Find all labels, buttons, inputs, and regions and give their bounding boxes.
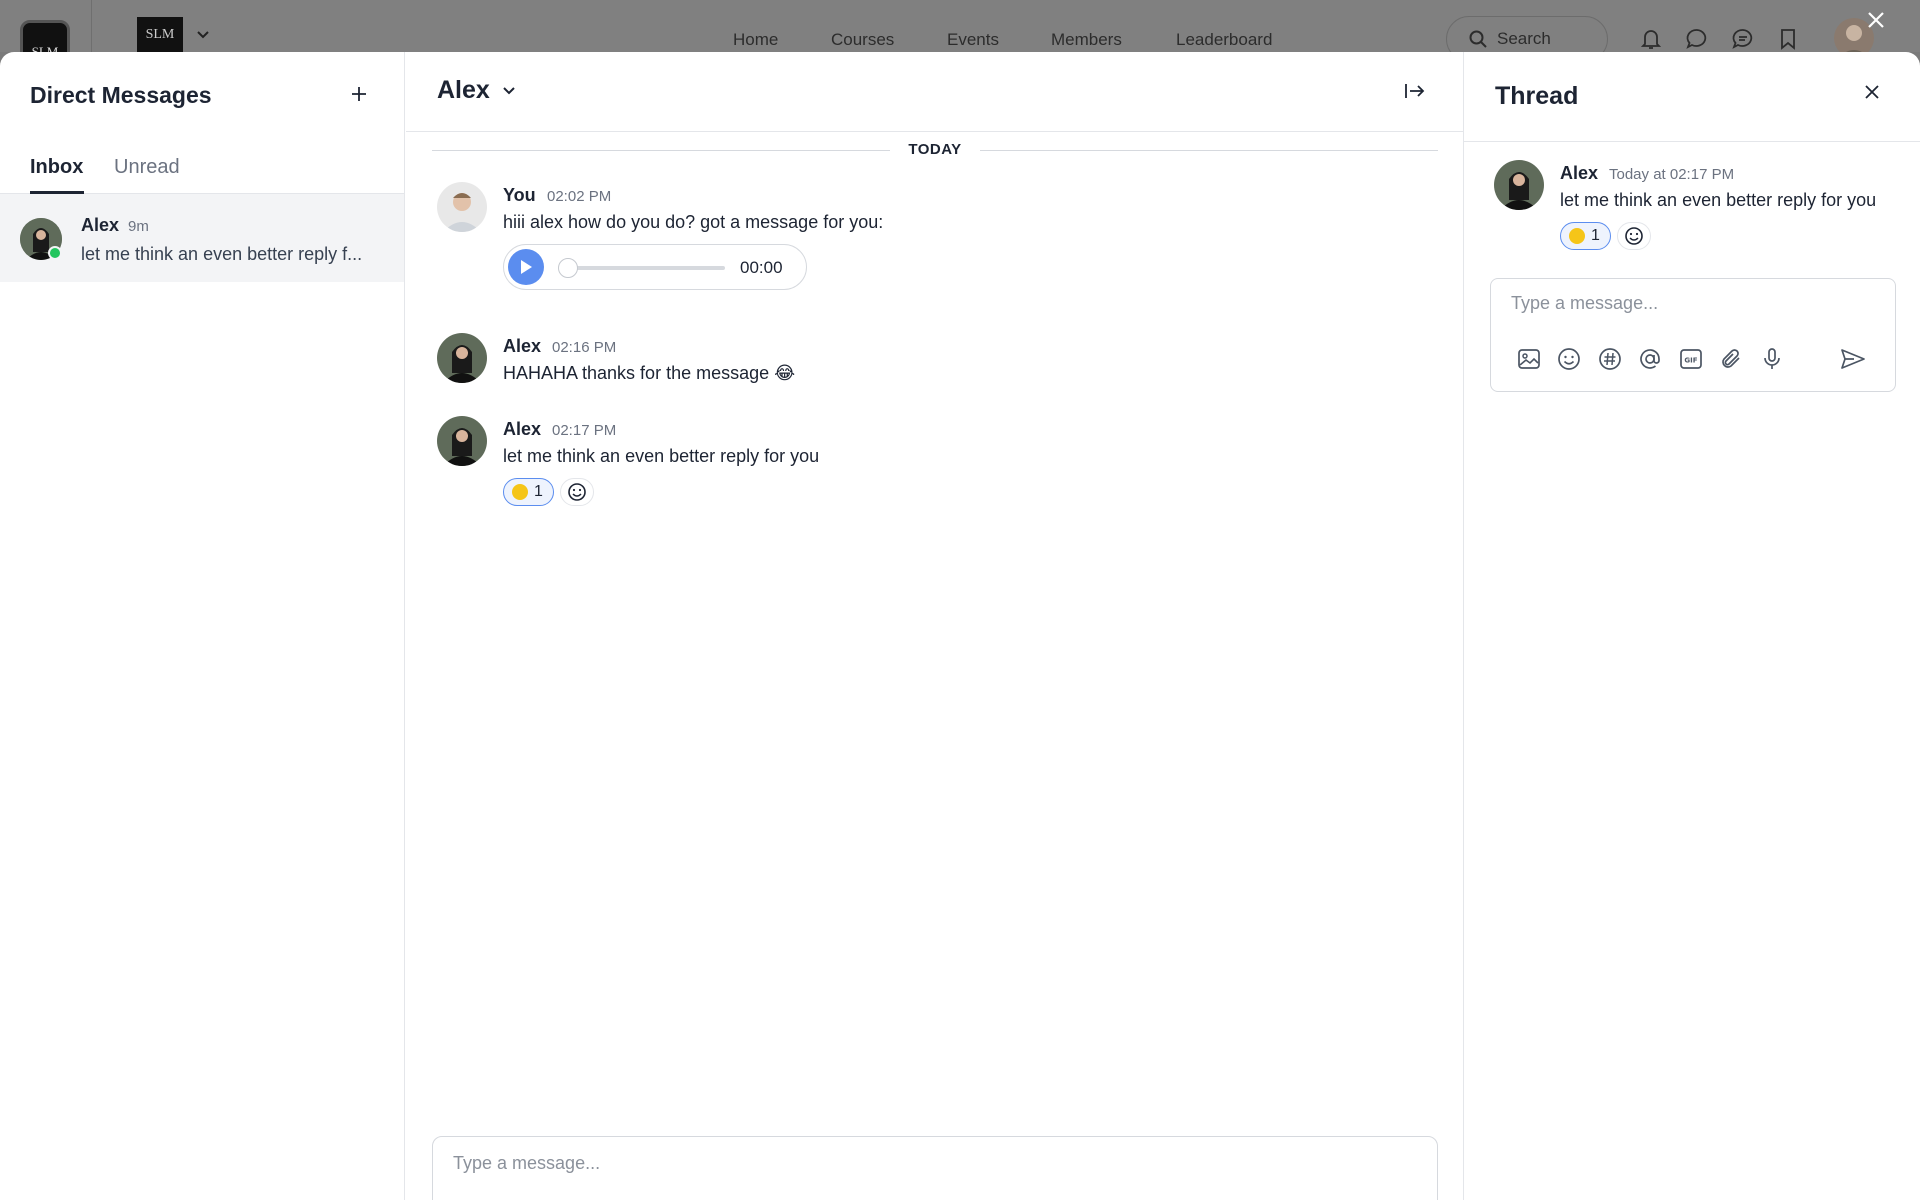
tab-unread[interactable]: Unread (114, 156, 180, 179)
play-icon (521, 260, 532, 274)
bookmark-icon[interactable] (1779, 28, 1797, 50)
reaction-count: 1 (534, 483, 543, 500)
message-time: 02:16 PM (552, 339, 617, 356)
thread-message-input[interactable] (1511, 293, 1871, 314)
tab-inbox[interactable]: Inbox (30, 156, 83, 179)
gif-button[interactable]: GIF (1677, 345, 1705, 373)
message-input[interactable] (453, 1153, 1413, 1174)
chat-bubble-icon[interactable] (1686, 28, 1708, 50)
audio-scrubber-handle[interactable] (558, 258, 578, 278)
emoji-reaction-icon (1569, 228, 1585, 244)
mention-button[interactable] (1636, 345, 1664, 373)
plus-icon (352, 87, 366, 101)
dm-sidebar: Direct Messages Inbox Unread Alex 9m let… (0, 52, 405, 1200)
reaction-pill[interactable]: 1 (503, 478, 554, 506)
attachment-icon (1722, 349, 1740, 368)
message-time: Today at 02:17 PM (1609, 166, 1735, 183)
add-reaction-button[interactable] (1617, 222, 1651, 250)
image-icon (1518, 349, 1540, 369)
emoji-picker-button[interactable] (1555, 345, 1583, 373)
conversation-name: Alex (81, 215, 120, 235)
search-icon (1469, 30, 1487, 48)
collapse-panel-icon[interactable] (1404, 82, 1426, 100)
attach-image-button[interactable] (1515, 345, 1543, 373)
send-icon (1841, 349, 1865, 369)
reaction-count: 1 (1591, 227, 1600, 244)
date-divider-label: TODAY (890, 141, 980, 158)
message-text: hiii alex how do you do? got a message f… (503, 212, 884, 232)
search-label: Search (1497, 29, 1551, 48)
thread-header: Thread (1464, 52, 1920, 142)
date-divider: TODAY (432, 138, 1438, 162)
new-message-button[interactable] (346, 81, 372, 107)
attachment-button[interactable] (1717, 345, 1745, 373)
message-time: 02:17 PM (552, 422, 617, 439)
background-app-header: SLM SLM Home Courses Events Members Lead… (0, 0, 1920, 70)
avatar (437, 182, 487, 232)
avatar (437, 333, 487, 383)
microphone-icon (1764, 348, 1780, 369)
conversation-time: 9m (128, 218, 149, 235)
conversation-item[interactable]: Alex 9m let me think an even better repl… (0, 194, 404, 282)
sidebar-title: Direct Messages (30, 82, 212, 108)
nav-leaderboard[interactable]: Leaderboard (1176, 30, 1272, 50)
inbox-tabs: Inbox Unread (0, 152, 405, 194)
message-author: Alex (1560, 163, 1599, 183)
close-icon[interactable] (1864, 84, 1880, 100)
audio-progress-track[interactable] (560, 266, 725, 270)
messages-icon[interactable] (1732, 28, 1754, 50)
chat-recipient-dropdown[interactable]: Alex (437, 76, 516, 105)
close-icon[interactable] (1866, 10, 1886, 30)
gif-icon: GIF (1680, 349, 1702, 369)
message-composer (432, 1136, 1438, 1200)
chevron-down-icon[interactable] (196, 30, 210, 40)
message-text: let me think an even better reply for yo… (1560, 190, 1877, 210)
nav-courses[interactable]: Courses (831, 30, 894, 50)
message-author: Alex (503, 419, 542, 439)
svg-text:GIF: GIF (1684, 357, 1697, 365)
play-button[interactable] (508, 249, 544, 285)
audio-player: 00:00 (503, 244, 807, 290)
add-reaction-button[interactable] (560, 478, 594, 506)
message-author: You (503, 185, 536, 205)
thread-composer: GIF (1490, 278, 1896, 392)
nav-home[interactable]: Home (733, 30, 778, 50)
emoji-icon (1625, 227, 1643, 245)
emoji-icon (568, 483, 586, 501)
bell-icon[interactable] (1641, 28, 1661, 50)
hashtag-icon (1599, 348, 1621, 370)
avatar (437, 416, 487, 466)
nav-events[interactable]: Events (947, 30, 999, 50)
mention-icon (1640, 349, 1660, 369)
voice-message-button[interactable] (1758, 345, 1786, 373)
message-author: Alex (503, 336, 542, 356)
reaction-pill[interactable]: 1 (1560, 222, 1611, 250)
chevron-down-icon (503, 86, 515, 94)
emoji-reaction-icon (512, 484, 528, 500)
brand-logo-text: SLM (145, 27, 175, 42)
chat-panel: Alex TODAY You 02:02 PM hiii alex how do… (406, 52, 1463, 1200)
conversation-preview: let me think an even better reply f... (81, 244, 363, 264)
send-button[interactable] (1839, 345, 1867, 373)
online-status-dot (48, 246, 62, 260)
message-text: HAHAHA thanks for the message 😂 (503, 363, 796, 383)
chat-header: Alex (406, 52, 1463, 132)
nav-members[interactable]: Members (1051, 30, 1122, 50)
messages-modal: Direct Messages Inbox Unread Alex 9m let… (0, 52, 1920, 1200)
message-text: let me think an even better reply for yo… (503, 446, 820, 466)
brand-switcher-logo[interactable]: SLM (137, 17, 183, 53)
chat-title: Alex (437, 76, 490, 104)
avatar (1494, 160, 1544, 210)
message-time: 02:02 PM (547, 188, 612, 205)
emoji-icon (1558, 348, 1580, 370)
hashtag-button[interactable] (1596, 345, 1624, 373)
audio-time: 00:00 (740, 258, 783, 277)
thread-panel: Thread Alex Today at 02:17 PM let me thi… (1463, 52, 1920, 1200)
thread-title: Thread (1495, 82, 1579, 110)
header-divider (91, 0, 92, 52)
